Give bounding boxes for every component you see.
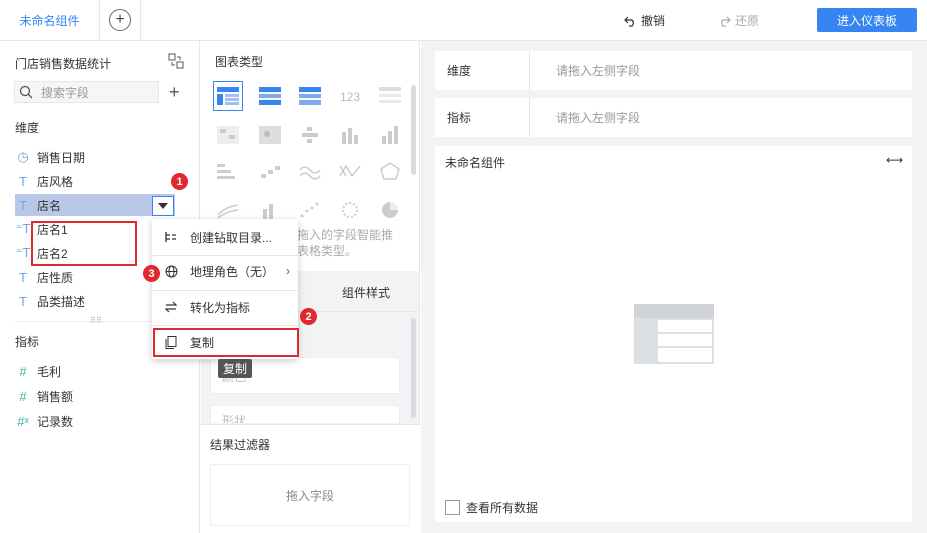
chart-type-title: 图表类型 <box>215 55 264 69</box>
field-search-input[interactable]: 搜索字段 <box>14 81 159 103</box>
result-filter-title: 结果过滤器 <box>210 438 271 452</box>
enter-dashboard-button[interactable]: 进入仪表板 <box>817 8 917 32</box>
text-type-icon: T <box>19 293 27 309</box>
step-badge-1: 1 <box>171 173 188 190</box>
text-calc-icon: ⁼T <box>15 221 31 236</box>
tab-component[interactable]: 未命名组件 <box>0 0 100 41</box>
highlight-box-copy <box>153 328 299 357</box>
number-type-icon: # <box>19 388 27 404</box>
chart-type-hint: 拖入的字段智能推 表格类型。 <box>297 228 394 258</box>
undo-label: 撤销 <box>641 14 666 28</box>
checkbox-box[interactable] <box>445 500 460 515</box>
menu-geo-role[interactable]: 地理角色（无） › <box>152 256 298 286</box>
kpi-number-icon[interactable]: 123 <box>335 81 365 111</box>
number-calc-icon: #ˣ <box>17 413 29 429</box>
polyline-chart-icon[interactable] <box>335 156 365 186</box>
detail-table-icon[interactable] <box>375 81 405 111</box>
top-bar: 未命名组件 + 撤销 还原 进入仪表板 <box>0 0 927 41</box>
metric-drop-label: 指标 <box>435 98 530 137</box>
tab-divider <box>140 0 141 41</box>
tab-component-style[interactable]: 组件样式 <box>342 284 390 301</box>
expand-width-icon[interactable]: ⟷ <box>886 153 903 167</box>
field-item[interactable]: T 店风格 <box>15 170 73 192</box>
bubble-chart-icon[interactable] <box>335 195 365 225</box>
line-chart-icon[interactable] <box>295 156 325 186</box>
field-dropdown-button[interactable] <box>152 196 174 216</box>
switch-dataset-icon[interactable] <box>168 53 184 69</box>
redo-icon <box>721 16 731 27</box>
map-icon[interactable] <box>255 120 285 150</box>
caret-down-icon <box>158 203 168 209</box>
step-badge-3: 3 <box>143 265 160 282</box>
menu-create-drill[interactable]: 创建钻取目录... <box>152 222 298 252</box>
search-placeholder: 搜索字段 <box>41 85 90 100</box>
drill-tree-icon <box>164 231 178 243</box>
highlight-box-copies <box>31 221 137 266</box>
undo-icon <box>624 16 634 27</box>
redo-label: 还原 <box>735 14 760 28</box>
swap-icon <box>164 301 178 313</box>
redo-button[interactable]: 还原 <box>718 12 759 29</box>
dimension-drop-row[interactable]: 维度 请拖入左侧字段 <box>435 51 912 90</box>
filter-drop-zone[interactable]: 拖入字段 <box>210 464 410 526</box>
heatmap-table-icon[interactable] <box>213 120 243 150</box>
dimension-section-label: 维度 <box>15 121 40 135</box>
view-all-data-label: 查看所有数据 <box>466 501 539 515</box>
properties-scrollbar[interactable] <box>411 318 416 418</box>
menu-divider <box>152 290 298 291</box>
globe-icon <box>164 265 178 278</box>
view-all-data-checkbox[interactable]: 查看所有数据 <box>445 499 538 516</box>
metric-drop-row[interactable]: 指标 请拖入左侧字段 <box>435 98 912 137</box>
radar-chart-icon[interactable] <box>375 156 405 186</box>
dataset-title: 门店销售数据统计 <box>15 57 112 71</box>
cross-table-icon[interactable] <box>295 81 325 111</box>
add-field-button[interactable]: + <box>169 81 180 103</box>
text-type-icon: T <box>19 269 27 285</box>
plus-icon: + <box>115 11 125 28</box>
dimension-drop-label: 维度 <box>435 51 530 90</box>
clock-icon: ◷ <box>17 149 29 164</box>
step-badge-2: 2 <box>300 308 317 325</box>
pivot-icon[interactable] <box>295 120 325 150</box>
chart-type-scrollbar[interactable] <box>411 85 416 175</box>
resize-handle[interactable]: ⠿⠿ <box>90 317 106 325</box>
text-type-icon: T <box>19 197 27 213</box>
menu-convert-metric[interactable]: 转化为指标 <box>152 292 298 322</box>
empty-table-placeholder-icon <box>634 304 714 364</box>
metric-section-label: 指标 <box>15 335 40 349</box>
field-item[interactable]: T 品类描述 <box>15 290 85 312</box>
column-chart-icon[interactable] <box>375 120 405 150</box>
dimension-drop-placeholder: 请拖入左侧字段 <box>556 64 641 78</box>
text-calc-icon: ⁼T <box>15 245 31 260</box>
undo-button[interactable]: 撤销 <box>624 12 665 29</box>
copy-tooltip: 复制 <box>218 359 252 378</box>
metric-drop-placeholder: 请拖入左侧字段 <box>556 111 641 125</box>
scatter-chart-icon[interactable] <box>295 195 325 225</box>
text-type-icon: T <box>19 173 27 189</box>
horizontal-bar-icon[interactable] <box>213 156 243 186</box>
field-item[interactable]: ◷ 销售日期 <box>15 146 85 168</box>
metric-item[interactable]: #ˣ 记录数 <box>15 410 73 432</box>
search-icon <box>19 85 33 99</box>
add-tab-button[interactable]: + <box>109 9 131 31</box>
field-item[interactable]: T 店性质 <box>15 266 73 288</box>
svg-text:123: 123 <box>340 90 360 104</box>
number-type-icon: # <box>19 363 27 379</box>
chevron-right-icon: › <box>286 264 290 278</box>
grouped-table-icon[interactable] <box>255 81 285 111</box>
shape-property-label: 形状 <box>222 414 247 423</box>
component-name: 未命名组件 <box>445 156 506 170</box>
metric-item[interactable]: # 毛利 <box>15 360 61 382</box>
bar-chart-icon[interactable] <box>335 120 365 150</box>
metric-item[interactable]: # 销售额 <box>15 385 73 407</box>
field-item-selected[interactable]: T 店名 <box>15 194 175 216</box>
menu-divider <box>152 325 298 326</box>
table-chart-icon[interactable] <box>213 81 243 111</box>
pie-chart-icon[interactable] <box>375 195 405 225</box>
stair-chart-icon[interactable] <box>255 156 285 186</box>
